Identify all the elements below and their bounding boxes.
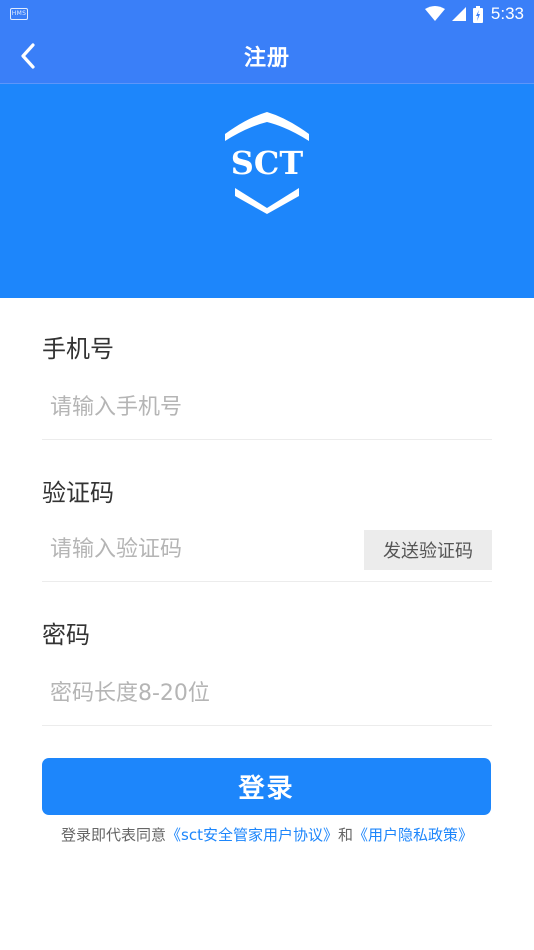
verification-code-input[interactable]	[42, 518, 364, 581]
nav-bar: 注册	[0, 28, 534, 84]
terms-link[interactable]: 《sct安全管家用户协议》	[166, 826, 338, 844]
logo-text: SCT	[231, 144, 304, 182]
password-field-row	[42, 662, 492, 726]
submit-button[interactable]: 登录	[42, 758, 491, 815]
agreement-prefix: 登录即代表同意	[61, 826, 167, 844]
send-code-button[interactable]: 发送验证码	[364, 529, 492, 570]
sct-logo: SCT	[225, 112, 309, 214]
back-button[interactable]	[8, 36, 48, 76]
wifi-icon	[424, 6, 445, 21]
code-label: 验证码	[42, 479, 114, 507]
phone-label: 手机号	[42, 335, 114, 363]
privacy-link[interactable]: 《用户隐私政策》	[353, 826, 473, 844]
phone-input[interactable]	[42, 376, 492, 439]
status-bar: HMS 5:33	[0, 0, 534, 28]
battery-icon	[472, 5, 483, 23]
cell-signal-icon	[451, 7, 466, 21]
password-input[interactable]	[42, 662, 492, 725]
password-label: 密码	[42, 621, 90, 649]
phone-field-row	[42, 376, 492, 440]
status-icons: 5:33	[424, 4, 524, 24]
notification-app-icon: HMS	[10, 8, 28, 20]
page-title: 注册	[243, 45, 290, 71]
banner: SCT	[0, 84, 534, 298]
status-time: 5:33	[490, 4, 524, 23]
chevron-left-icon	[21, 43, 35, 69]
agreement-text: 登录即代表同意《sct安全管家用户协议》和《用户隐私政策》	[0, 824, 534, 845]
agreement-joiner: 和	[337, 826, 353, 844]
register-form: 手机号 验证码 发送验证码 密码	[42, 298, 492, 726]
code-field-row: 发送验证码	[42, 518, 492, 582]
